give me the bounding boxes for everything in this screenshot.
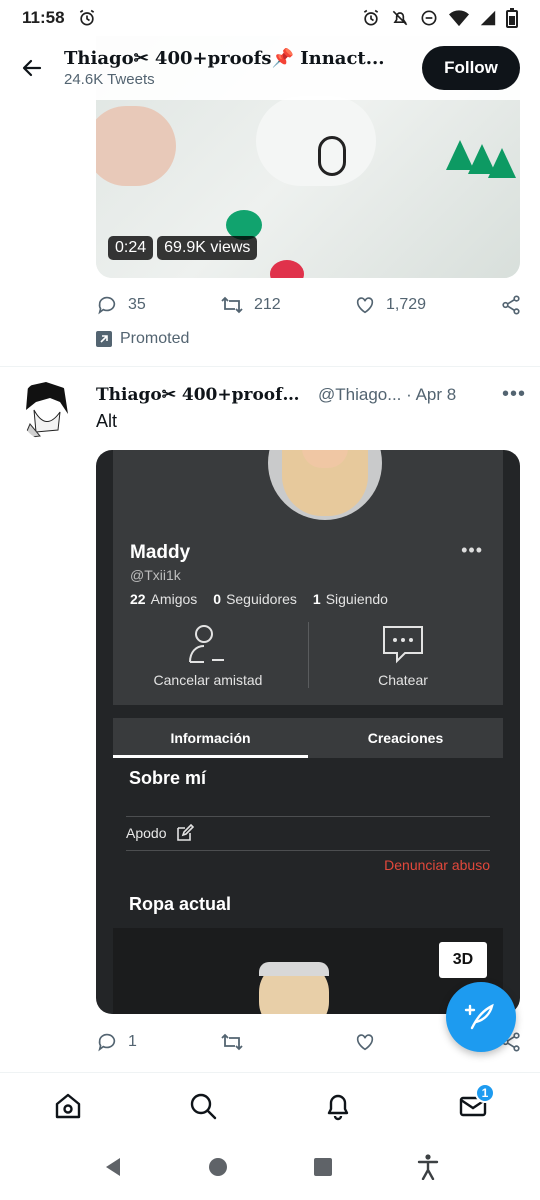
- reply-button[interactable]: 35: [96, 294, 220, 316]
- edit-icon: [177, 824, 195, 841]
- tweet-handle-date: @Thiago... · Apr 8: [318, 384, 457, 404]
- reply-button[interactable]: 1: [96, 1031, 220, 1053]
- roblox-divider: [126, 816, 490, 817]
- reply-count: 35: [128, 296, 146, 313]
- roblox-tabs: Información Creaciones: [113, 718, 503, 758]
- roblox-3d-button: 3D: [439, 942, 487, 978]
- roblox-outfit-title: Ropa actual: [129, 894, 232, 914]
- wifi-icon: [448, 8, 470, 28]
- bell-icon: [327, 1094, 348, 1120]
- video-badges: 0:24 69.9K views: [108, 236, 258, 260]
- roblox-avatar: [268, 450, 382, 520]
- tweet1-actions: 35 212 1,729: [96, 294, 526, 316]
- header-tweet-count: 24.6K Tweets: [64, 71, 155, 88]
- roblox-username: @Txii1k: [130, 567, 181, 583]
- back-button[interactable]: [0, 36, 64, 100]
- chat-icon: [383, 626, 423, 664]
- retweet-button[interactable]: [220, 1031, 354, 1053]
- search-icon: [190, 1093, 216, 1119]
- header-title: Thiago✂ 400+proofs📌 Innact...: [64, 48, 385, 69]
- roblox-chat-action: Chatear: [308, 622, 498, 688]
- roblox-unfriend-action: Cancelar amistad: [113, 622, 303, 688]
- heart-icon: [356, 1034, 374, 1051]
- video-views: 69.9K views: [157, 236, 258, 260]
- reply-icon: [98, 1033, 116, 1052]
- roblox-following-stat: 1 Siguiendo: [312, 591, 388, 607]
- battery-icon: [506, 8, 518, 28]
- tab-creaciones: Creaciones: [367, 730, 444, 746]
- follow-button[interactable]: Follow: [422, 46, 520, 90]
- home-icon: [55, 1093, 80, 1118]
- tab-informacion: Información: [113, 718, 308, 758]
- compose-feather-icon: [464, 1003, 494, 1030]
- roblox-profile-panel: Maddy @Txii1k ••• 22 Amigos 0 Seguidores 1…: [113, 450, 503, 705]
- tweet-author-name[interactable]: Thiago✂ 400+proofs...: [96, 385, 306, 405]
- roblox-followers-stat: 0 Seguidores: [213, 591, 297, 607]
- roblox-more-icon: •••: [461, 540, 483, 560]
- avatar[interactable]: [20, 380, 72, 440]
- notifications-off-icon: [390, 8, 410, 28]
- tweet-image[interactable]: Maddy @Txii1k ••• 22 Amigos 0 Seguidores 1…: [96, 450, 520, 1014]
- status-bar: 11:58: [0, 0, 540, 36]
- header-titles: Thiago✂ 400+proofs📌 Innact... 24.6K Twee…: [64, 48, 422, 88]
- heart-icon: [356, 297, 374, 314]
- do-not-disturb-icon: [419, 8, 439, 28]
- nav-notifications[interactable]: [270, 1073, 405, 1138]
- promoted-label: Promoted: [120, 330, 190, 347]
- alarm-icon: [361, 8, 381, 28]
- promoted-icon: [96, 331, 112, 347]
- video-blob: [256, 96, 376, 186]
- accessibility-icon[interactable]: [417, 1153, 439, 1185]
- tweet-divider: [0, 366, 540, 367]
- roblox-nickname-row: Apodo: [126, 824, 195, 842]
- system-home-icon[interactable]: [207, 1156, 229, 1183]
- video-duration: 0:24: [108, 236, 154, 260]
- status-time: 11:58: [22, 8, 65, 27]
- reply-icon: [98, 296, 116, 315]
- retweet-button[interactable]: 212: [220, 294, 354, 316]
- roblox-report-link: Denunciar abuso: [384, 857, 490, 873]
- roblox-display-name: Maddy: [130, 542, 191, 563]
- share-button[interactable]: [500, 294, 522, 316]
- bottom-nav: 1: [0, 1072, 540, 1138]
- nav-home[interactable]: [0, 1073, 135, 1138]
- retweet-count: 212: [254, 296, 281, 313]
- retweet-icon: [221, 1033, 243, 1051]
- roblox-divider: [126, 850, 490, 851]
- like-count: 1,729: [386, 296, 427, 313]
- tweet-text: Alt: [96, 411, 118, 431]
- video-red-sticker: [270, 260, 304, 278]
- nav-search[interactable]: [135, 1073, 270, 1138]
- more-options-icon[interactable]: •••: [502, 383, 526, 406]
- system-recents-icon[interactable]: [312, 1156, 334, 1183]
- like-button[interactable]: 1,729: [354, 294, 500, 316]
- share-icon: [502, 295, 520, 315]
- compose-tweet-button[interactable]: [446, 982, 516, 1052]
- promoted-indicator: Promoted: [96, 330, 189, 348]
- system-back-icon[interactable]: [102, 1156, 124, 1183]
- roblox-stats: 22 Amigos 0 Seguidores 1 Siguiendo: [130, 591, 388, 607]
- video-tree-sticker: [488, 148, 516, 178]
- nav-messages[interactable]: 1: [405, 1073, 540, 1138]
- reply-count: 1: [128, 1033, 137, 1050]
- tweet-header: Thiago✂ 400+proofs... @Thiago... · Apr 8…: [96, 383, 526, 406]
- retweet-icon: [221, 296, 243, 314]
- alarm-icon: [77, 8, 97, 28]
- arrow-left-icon: [22, 59, 42, 77]
- roblox-friends-stat: 22 Amigos: [130, 591, 198, 607]
- system-nav-bar: [0, 1138, 540, 1200]
- user-remove-icon: [189, 625, 224, 663]
- video-finger: [96, 106, 176, 186]
- signal-icon: [479, 8, 497, 28]
- profile-header: Thiago✂ 400+proofs📌 Innact... 24.6K Twee…: [0, 36, 540, 100]
- roblox-outfit-preview: 3D: [113, 928, 503, 1014]
- video-turtle-drawing: [318, 136, 346, 176]
- messages-badge: 1: [475, 1083, 495, 1103]
- roblox-about-title: Sobre mí: [129, 768, 207, 788]
